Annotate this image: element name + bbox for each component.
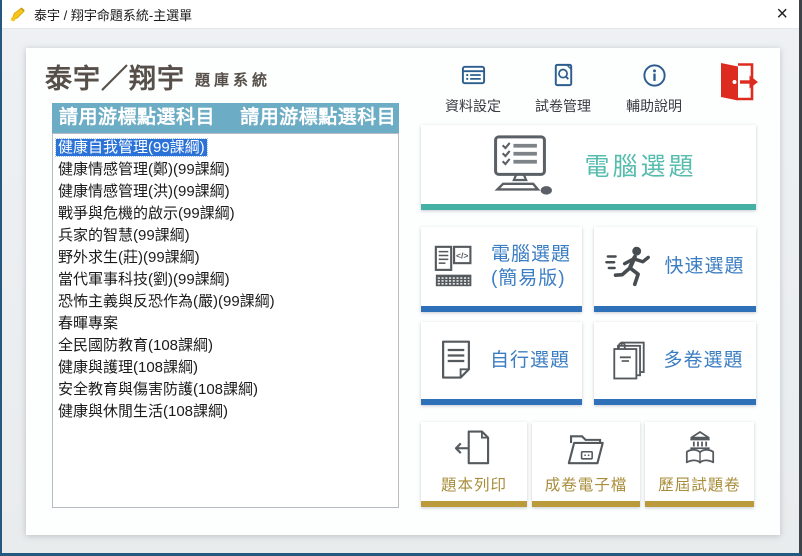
exit-door-icon xyxy=(714,59,760,105)
past-exams-label: 歷屆試題卷 xyxy=(658,473,741,495)
brand: 泰宇／翔宇題庫系統 xyxy=(45,57,271,96)
subject-item[interactable]: 春暉專案 xyxy=(53,313,398,335)
exam-manage-icon xyxy=(550,62,577,89)
self-select-button[interactable]: 自行選題 xyxy=(421,322,582,405)
toolbar-label: 資料設定 xyxy=(443,96,503,116)
app-window: 泰宇 / 翔宇命題系統-主選單 × 泰宇／翔宇題庫系統 請用游標點選科目 請用游… xyxy=(0,0,802,556)
simple-computer-select-label: 電腦選題(簡易版) xyxy=(491,243,571,291)
toolbar-item-exam-manage[interactable]: 試卷管理 xyxy=(533,62,593,116)
toolbar-item-data-settings[interactable]: 資料設定 xyxy=(443,62,503,116)
subject-item[interactable]: 安全教育與傷害防護(108課綱) xyxy=(53,379,398,401)
subject-item[interactable]: 健康情感管理(鄭)(99課綱) xyxy=(53,159,398,181)
past-exams-button[interactable]: 歷屆試題卷 xyxy=(645,422,754,507)
subject-listbox[interactable]: 健康自我管理(99課綱) 健康情感管理(鄭)(99課綱) 健康情感管理(洪)(9… xyxy=(52,133,399,508)
multi-select-label: 多卷選題 xyxy=(663,349,743,373)
subject-item[interactable]: 兵家的智慧(99課綱) xyxy=(53,225,398,247)
subject-item[interactable]: 戰爭與危機的啟示(99課綱) xyxy=(53,203,398,225)
print-booklet-button[interactable]: 題本列印 xyxy=(421,422,527,507)
multi-select-button[interactable]: 多卷選題 xyxy=(594,322,756,405)
app-logo-icon xyxy=(9,6,26,23)
bank-icon xyxy=(678,428,722,472)
main-panel: 泰宇／翔宇題庫系統 請用游標點選科目 請用游標點選科目 健康自我管理(99課綱)… xyxy=(26,48,780,535)
simple-computer-icon: </> xyxy=(432,243,480,291)
brand-title: 泰宇／翔宇 xyxy=(45,64,185,94)
exam-file-label: 成卷電子檔 xyxy=(545,473,628,495)
exam-file-button[interactable]: 成卷電子檔 xyxy=(532,422,640,507)
brand-subtitle: 題庫系統 xyxy=(195,72,271,89)
subject-item[interactable]: 健康自我管理(99課綱) xyxy=(53,137,398,159)
titlebar: 泰宇 / 翔宇命題系統-主選單 × xyxy=(2,0,799,29)
computer-select-label: 電腦選題 xyxy=(584,147,696,183)
toolbar-label: 試卷管理 xyxy=(533,96,593,116)
self-select-label: 自行選題 xyxy=(490,349,570,373)
window-title: 泰宇 / 翔宇命題系統-主選單 xyxy=(34,5,192,24)
subject-item[interactable]: 健康與護理(108課綱) xyxy=(53,357,398,379)
runner-icon xyxy=(605,243,653,291)
subject-item[interactable]: 健康情感管理(洪)(99課綱) xyxy=(53,181,398,203)
subject-item[interactable]: 野外求生(莊)(99課綱) xyxy=(53,247,398,269)
svg-text:</>: </> xyxy=(456,250,468,260)
toolbar-label: 輔助說明 xyxy=(624,96,684,116)
subject-item[interactable]: 全民國防教育(108課綱) xyxy=(53,335,398,357)
exit-button[interactable] xyxy=(714,59,760,107)
help-icon xyxy=(641,62,668,89)
fast-select-button[interactable]: 快速選題 xyxy=(594,227,756,312)
computer-select-button[interactable]: 電腦選題 xyxy=(421,125,756,210)
subject-item[interactable]: 健康與休閒生活(108課綱) xyxy=(53,401,398,423)
subject-list-header: 請用游標點選科目 請用游標點選科目 xyxy=(52,103,399,133)
close-button[interactable]: × xyxy=(776,1,788,27)
print-booklet-label: 題本列印 xyxy=(441,473,507,495)
print-icon xyxy=(452,428,496,472)
simple-computer-select-button[interactable]: </> 電腦選題(簡易版) xyxy=(421,227,582,312)
stack-icon xyxy=(606,338,652,384)
folder-icon xyxy=(564,428,608,472)
computer-icon xyxy=(480,134,560,196)
toolbar-item-help[interactable]: 輔助說明 xyxy=(624,62,684,116)
data-settings-icon xyxy=(460,62,487,89)
document-icon xyxy=(433,338,479,384)
fast-select-label: 快速選題 xyxy=(664,255,744,279)
subject-item[interactable]: 當代軍事科技(劉)(99課綱) xyxy=(53,269,398,291)
subject-item[interactable]: 恐怖主義與反恐作為(嚴)(99課綱) xyxy=(53,291,398,313)
